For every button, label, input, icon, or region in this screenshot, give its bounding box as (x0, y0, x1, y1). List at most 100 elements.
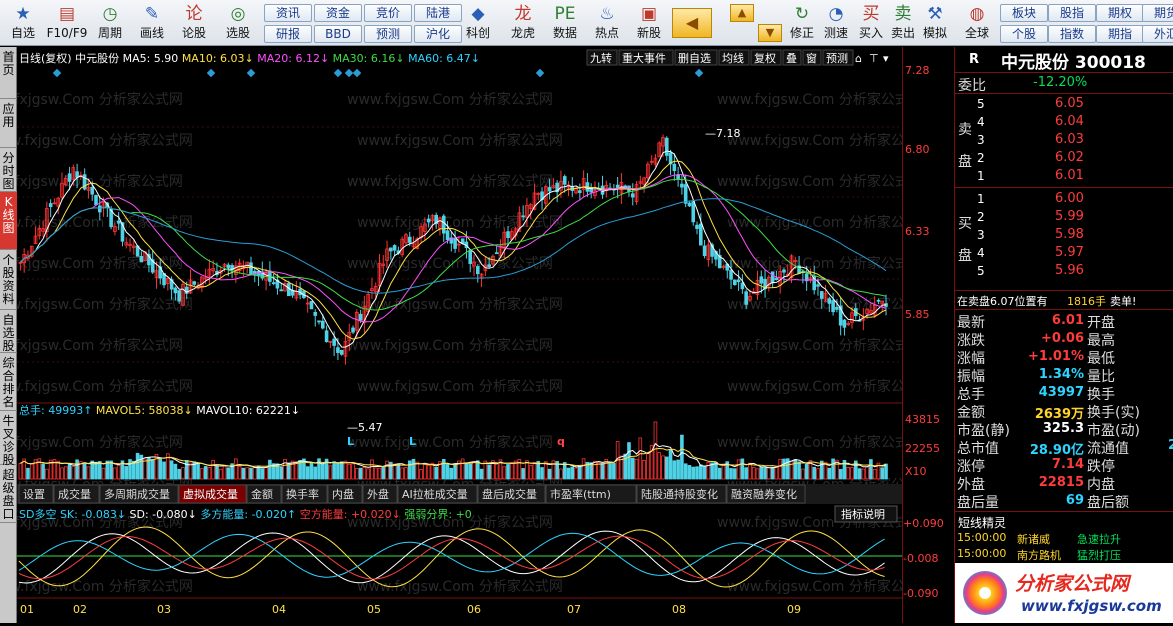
toolbar-label: 测速 (823, 26, 848, 40)
candle-body (740, 282, 745, 290)
toolbar-button-buy[interactable]: 买买入 (856, 2, 886, 44)
toolbar-button-select-stock[interactable]: ◎ 选股 (216, 2, 260, 44)
month-tick: 05 (367, 603, 381, 616)
left-nav-item[interactable]: K线图 (0, 192, 17, 250)
left-nav-item[interactable]: 首页 (0, 47, 17, 99)
candle-body (139, 256, 144, 263)
bid-price[interactable]: 5.98 (1055, 227, 1084, 242)
candle-body (67, 173, 72, 182)
stat-label-right: 最低 (1087, 351, 1115, 367)
toolbar-button-f10[interactable]: ▤ F10/F9 (46, 2, 88, 44)
short-line-stock[interactable]: 新诸威 (1017, 531, 1050, 547)
volume-bar (460, 458, 465, 480)
candle-body (615, 184, 620, 189)
quick-button[interactable]: 竞价 (364, 4, 412, 22)
toolbar-button-speed[interactable]: ◔ 测速 (820, 2, 852, 44)
volume-bar (479, 468, 484, 480)
watermark-text: www.fxjgsw.Com 分析家公式网 (347, 337, 553, 354)
up-icon[interactable]: ▲ (730, 4, 754, 22)
quick-button[interactable]: 期货 (1142, 4, 1173, 22)
toolbar-button-dragon[interactable]: 龙龙虎 (503, 2, 543, 44)
quick-button[interactable]: 研报 (264, 25, 312, 43)
toolbar-button-discuss[interactable]: 论论股 (174, 2, 214, 44)
weibi-value: -12.20% (1033, 75, 1088, 90)
stat-label-right: 跌停 (1087, 459, 1115, 475)
volume-bar (339, 461, 344, 480)
quick-button[interactable]: 外汇 (1142, 25, 1173, 43)
quick-button[interactable]: 股指 (1048, 4, 1096, 22)
volume-bar (831, 458, 835, 480)
stat-label-right: 内盘 (1087, 477, 1115, 493)
bid-price[interactable]: 5.99 (1055, 209, 1084, 224)
volume-bar (249, 467, 253, 480)
ask-price[interactable]: 6.03 (1055, 132, 1084, 147)
down-icon[interactable]: ▼ (758, 24, 782, 42)
toolbar-button-hot[interactable]: ♨ 热点 (587, 2, 627, 44)
short-line-title[interactable]: 短线精灵 (958, 514, 1006, 531)
toolbar-button-clock[interactable]: ◷ 周期 (90, 2, 130, 44)
quick-button[interactable]: 资金 (314, 4, 362, 22)
volume-bar (252, 466, 257, 480)
left-nav-item[interactable]: 个股资料 (0, 250, 17, 310)
candle-body (547, 187, 552, 192)
quick-button[interactable]: 预测 (364, 25, 412, 43)
left-nav-item[interactable]: 综合排名 (0, 353, 17, 411)
candle-body (453, 238, 457, 249)
toolbar-button-pen[interactable]: ✎ 画线 (132, 2, 172, 44)
watermark-text: www.fxjgsw.Com 分析家公式网 (727, 214, 902, 231)
stat-label-right: 最高 (1087, 333, 1115, 349)
quick-button[interactable]: 沪化 (414, 25, 462, 43)
toolbar-button-data[interactable]: PE 数据 (545, 2, 585, 44)
candle-body (672, 163, 677, 172)
bid-price[interactable]: 5.97 (1055, 245, 1084, 260)
kline-chart-area[interactable]: www.fxjgsw.Com 分析家公式网 www.fxjgsw.Com 分析家公… (0, 47, 933, 623)
volume-bar (158, 457, 163, 480)
left-nav-item[interactable]: 超级盘口 (0, 465, 17, 523)
candle-body (389, 247, 393, 252)
short-line-signal: 急速拉升 (1077, 533, 1121, 546)
quick-button[interactable]: 个股 (1000, 25, 1048, 43)
ask-price[interactable]: 6.05 (1055, 96, 1084, 111)
toolbar-label: 模拟 (922, 26, 947, 40)
quick-button[interactable]: 指数 (1048, 25, 1096, 43)
stat-label: 总市值 (957, 441, 999, 457)
bid-price[interactable]: 5.96 (1055, 263, 1084, 278)
quick-button[interactable]: 资讯 (264, 4, 312, 22)
volume-bar (294, 461, 299, 480)
volume-bar (699, 464, 703, 480)
volume-bar (211, 459, 215, 480)
toolbar-label: 选股 (225, 26, 250, 40)
toolbar-button-ipo[interactable]: ▣ 新股 (629, 2, 669, 44)
left-nav-item[interactable]: 自选股 (0, 310, 17, 353)
indicator-tab-label: 多周期成交量 (104, 487, 170, 501)
quick-button[interactable]: 期权 (1096, 4, 1144, 22)
candle-body (226, 264, 231, 268)
volume-bar (336, 462, 340, 480)
short-line-stock[interactable]: 南方路机 (1017, 547, 1061, 563)
toolbar-button-sell[interactable]: 卖卖出 (888, 2, 918, 44)
quick-button[interactable]: BBD (314, 25, 362, 43)
volume-bar (124, 466, 129, 480)
left-nav-item[interactable]: 应用 (0, 99, 17, 148)
ask-price[interactable]: 6.04 (1055, 114, 1084, 129)
back-icon[interactable]: ◀ (672, 8, 712, 38)
bid-price[interactable]: 6.00 (1055, 191, 1084, 206)
main-toolbar: ★ 自选 ▤ F10/F9 ◷ 周期 ✎ 画线论论股 ◎ 选股 ◆ 科创龙龙虎 PE 数据 ♨ 热点 ▣ 新股 ↻ 修… (0, 0, 1173, 46)
candle-body (441, 215, 446, 234)
toolbar-button-star[interactable]: ★ 自选 (2, 2, 44, 44)
quick-button[interactable]: 期指 (1096, 25, 1144, 43)
revise-icon: ↻ (794, 4, 810, 24)
divider (955, 309, 1173, 310)
toolbar-button-simulate[interactable]: ⚒ 模拟 (920, 2, 950, 44)
volume-bar (328, 465, 333, 480)
ask-price[interactable]: 6.01 (1055, 168, 1084, 183)
toolbar-button-globe[interactable]: ◍ 全球 (956, 2, 998, 44)
quick-button[interactable]: 陆港 (414, 4, 462, 22)
toolbar-button-revise[interactable]: ↻ 修正 (786, 2, 818, 44)
left-nav-item[interactable]: 分时图 (0, 148, 17, 192)
quick-button[interactable]: 板块 (1000, 4, 1048, 22)
volume-bar (41, 464, 45, 480)
candle-body (699, 223, 703, 246)
left-nav-item[interactable]: 牛叉诊股 (0, 411, 17, 467)
ask-price[interactable]: 6.02 (1055, 150, 1084, 165)
